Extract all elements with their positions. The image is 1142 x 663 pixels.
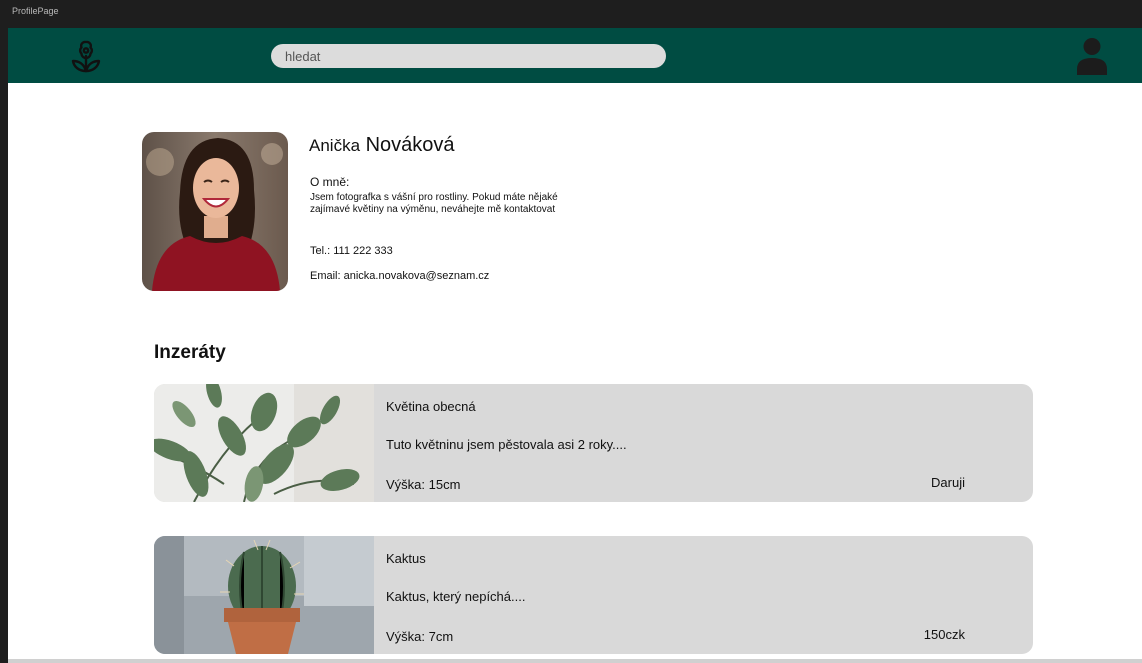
email-address: Email: anicka.novakova@seznam.cz [310,270,490,282]
listing-price: 150czk [923,627,965,642]
listing-title[interactable]: Květina obecná [386,399,476,414]
phone-number: Tel.: 111 222 333 [310,245,393,257]
listing-height: Výška: 15cm [386,477,461,492]
top-bar [8,28,1142,83]
flower-icon[interactable] [66,36,106,76]
listing-height: Výška: 7cm [386,629,454,644]
search-input[interactable] [271,44,666,68]
listing-plant-image [154,384,374,502]
listings-title: Inzeráty [154,342,226,363]
listing-cactus-image [154,536,374,654]
listing-card[interactable]: Květina obecná Tuto květninu jsem pěstov… [154,384,1033,502]
profile-name: Anička Nováková [309,134,455,157]
listing-description: Tuto květninu jsem pěstovala asi 2 roky.… [386,437,627,452]
user-icon[interactable] [1076,37,1108,75]
last-name: Nováková [365,134,455,156]
listing-price: Daruji [931,475,965,490]
frame-label: ProfilePage [12,6,59,16]
bottom-edge [8,659,1142,663]
profile-page: Anička Nováková O mně: Jsem fotografka s… [8,28,1142,663]
listing-description: Kaktus, který nepíchá.... [386,589,526,604]
listing-title[interactable]: Kaktus [386,551,426,566]
first-name: Anička [309,136,361,155]
profile-photo [142,132,288,291]
about-heading: O mně: [310,175,350,189]
listing-card[interactable]: Kaktus Kaktus, který nepíchá.... Výška: … [154,536,1033,654]
about-text: Jsem fotografka s vášní pro rostliny. Po… [310,192,558,215]
